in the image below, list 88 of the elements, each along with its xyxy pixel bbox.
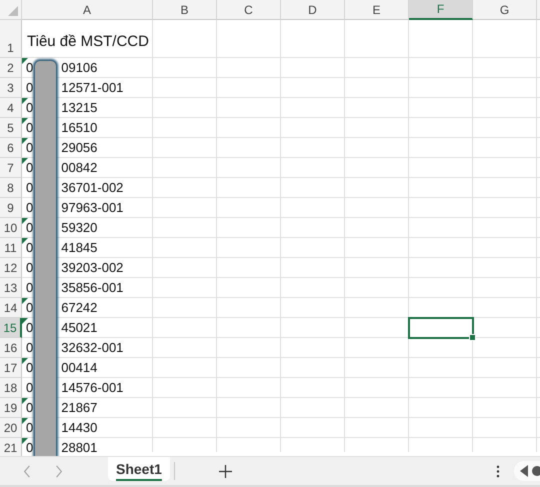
table-cell: 21867 xyxy=(61,401,98,415)
error-indicator-icon[interactable] xyxy=(22,238,28,244)
table-cell: 0 xyxy=(26,201,34,215)
row-header[interactable]: 17 xyxy=(0,358,22,378)
row-header[interactable]: 12 xyxy=(0,258,22,278)
column-header[interactable]: E xyxy=(345,0,409,20)
table-cell: 0 xyxy=(26,261,34,275)
error-indicator-icon[interactable] xyxy=(22,438,28,444)
table-cell: 45021 xyxy=(61,321,98,335)
row-header[interactable]: 3 xyxy=(0,78,22,98)
table-cell: 0 xyxy=(26,321,34,335)
row-header[interactable]: 18 xyxy=(0,378,22,398)
table-cell: 36701-002 xyxy=(61,181,124,195)
error-indicator-icon[interactable] xyxy=(22,158,28,164)
table-cell: 29056 xyxy=(61,141,98,155)
table-cell: 0 xyxy=(26,401,34,415)
error-indicator-icon[interactable] xyxy=(22,398,28,404)
error-indicator-icon[interactable] xyxy=(22,98,28,104)
scroll-left-icon[interactable] xyxy=(514,461,540,481)
column-header[interactable]: G xyxy=(473,0,537,20)
table-cell: 0 xyxy=(26,301,34,315)
add-sheet-icon[interactable] xyxy=(218,464,232,478)
table-cell: 0 xyxy=(26,121,34,135)
table-cell: 39203-002 xyxy=(61,261,124,275)
table-cell: 00414 xyxy=(61,361,98,375)
table-cell: 0 xyxy=(26,361,34,375)
table-cell: 32632-001 xyxy=(61,341,124,355)
error-indicator-icon[interactable] xyxy=(22,358,28,364)
column-header[interactable]: A xyxy=(22,0,153,20)
table-cell: 28801 xyxy=(61,441,98,455)
table-cell: 09106 xyxy=(61,61,98,75)
table-cell: 0 xyxy=(26,81,34,95)
row-header[interactable]: 11 xyxy=(0,238,22,258)
error-indicator-icon[interactable] xyxy=(22,318,28,324)
table-cell: 0 xyxy=(26,161,34,175)
row-header[interactable]: 6 xyxy=(0,138,22,158)
row-header[interactable]: 21 xyxy=(0,438,22,456)
error-indicator-icon[interactable] xyxy=(22,298,28,304)
row-header[interactable]: 19 xyxy=(0,398,22,418)
table-cell: 14576-001 xyxy=(61,381,124,395)
table-cell-text: Tiêu đề MST/CCD xyxy=(26,32,149,50)
error-indicator-icon[interactable] xyxy=(22,218,28,224)
corner-triangle-icon xyxy=(8,6,18,16)
table-cell: 59320 xyxy=(61,221,98,235)
more-options-icon[interactable] xyxy=(496,464,500,478)
row-header[interactable]: 10 xyxy=(0,218,22,238)
table-cell: 0 xyxy=(26,141,34,155)
row-header[interactable]: 1 xyxy=(0,20,22,58)
table-cell: 97963-001 xyxy=(61,201,124,215)
row-header[interactable]: 20 xyxy=(0,418,22,438)
table-cell: 14430 xyxy=(61,421,98,435)
table-cell: 67242 xyxy=(61,301,98,315)
table-cell: 00842 xyxy=(61,161,98,175)
table-cell: 0 xyxy=(26,181,34,195)
row-header[interactable]: 2 xyxy=(0,58,22,78)
sheet-tab[interactable]: Sheet1 xyxy=(108,457,170,481)
table-cell: 0 xyxy=(26,341,34,355)
column-header[interactable]: F xyxy=(409,0,473,20)
table-cell: 0 xyxy=(26,61,34,75)
error-indicator-icon[interactable] xyxy=(22,118,28,124)
selected-cell[interactable] xyxy=(408,317,474,339)
row-header[interactable]: 9 xyxy=(0,198,22,218)
row-header[interactable]: 5 xyxy=(0,118,22,138)
row-header[interactable]: 15 xyxy=(0,318,22,338)
table-cell: 41845 xyxy=(61,241,98,255)
row-header[interactable]: 8 xyxy=(0,178,22,198)
error-indicator-icon[interactable] xyxy=(22,418,28,424)
table-cell: 0 xyxy=(26,241,34,255)
table-cell: 35856-001 xyxy=(61,281,124,295)
table-cell: 0 xyxy=(26,441,34,455)
error-indicator-icon[interactable] xyxy=(22,58,28,64)
row-header[interactable]: 7 xyxy=(0,158,22,178)
table-cell: 0 xyxy=(26,421,34,435)
column-header[interactable]: D xyxy=(281,0,345,20)
column-header[interactable]: C xyxy=(217,0,281,20)
table-cell: 0 xyxy=(26,221,34,235)
row-header[interactable]: 16 xyxy=(0,338,22,358)
table-cell: 0 xyxy=(26,281,34,295)
table-cell: 13215 xyxy=(61,101,98,115)
table-cell: 16510 xyxy=(61,121,98,135)
row-header[interactable]: 13 xyxy=(0,278,22,298)
table-cell: 0 xyxy=(26,381,34,395)
error-indicator-icon[interactable] xyxy=(22,138,28,144)
column-header[interactable]: B xyxy=(153,0,217,20)
row-header[interactable]: 4 xyxy=(0,98,22,118)
table-cell: 12571-001 xyxy=(61,81,124,95)
table-cell: 0 xyxy=(26,101,34,115)
row-header[interactable]: 14 xyxy=(0,298,22,318)
